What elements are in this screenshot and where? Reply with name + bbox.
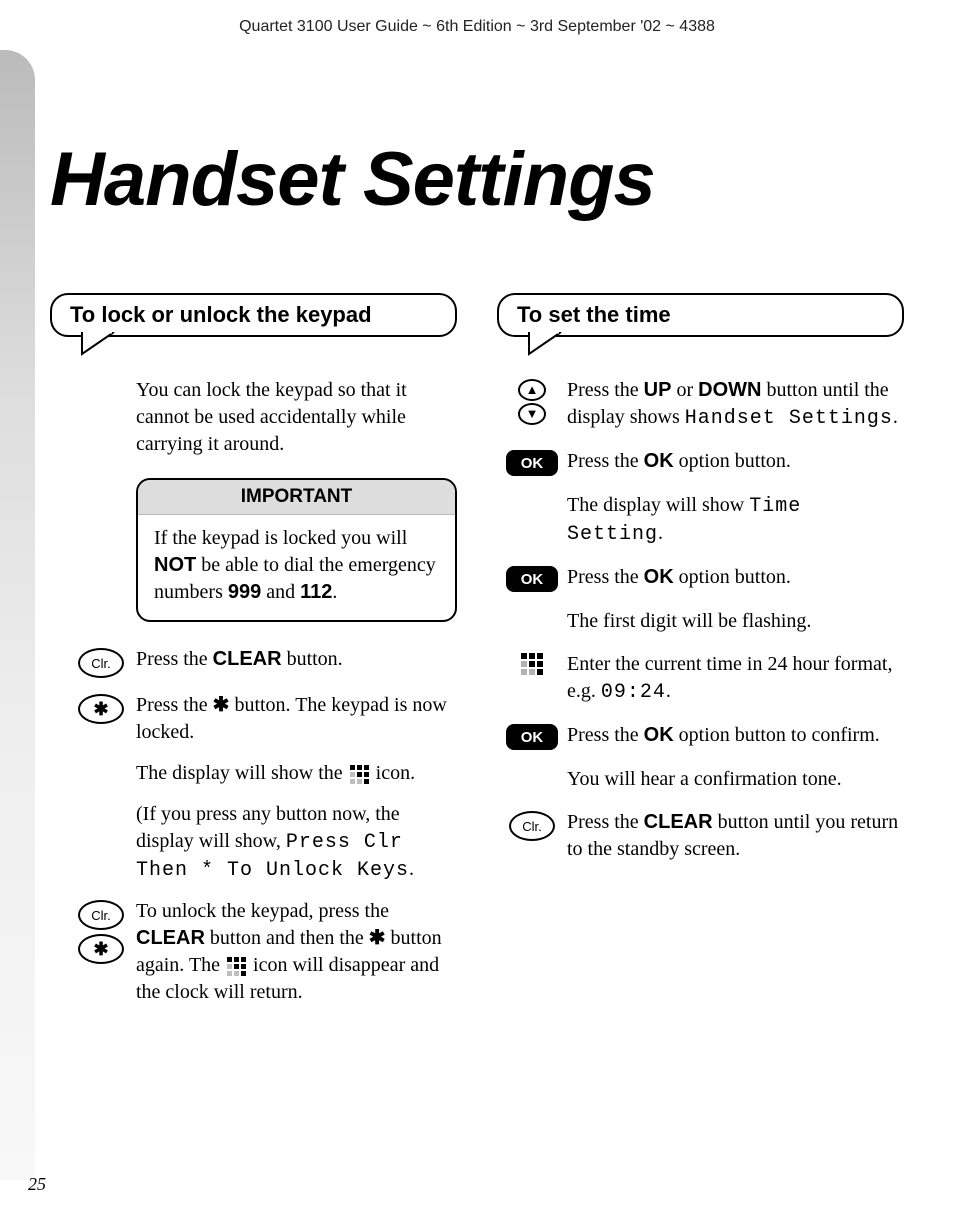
r1b: UP <box>644 379 672 401</box>
side-gradient <box>0 50 35 1180</box>
up-arrow-icon: ▲ <box>518 379 546 401</box>
r3a: The display will show <box>567 494 749 516</box>
clr-button-icon-3: Clr. <box>509 811 555 841</box>
section-header-lock-text: To lock or unlock the keypad <box>70 302 372 327</box>
imp-and: and <box>261 581 300 603</box>
ok-button-icon: OK <box>506 450 558 476</box>
r1g: . <box>893 406 898 428</box>
section-header-time-text: To set the time <box>517 302 671 327</box>
page-title: Handset Settings <box>50 136 954 223</box>
press-any-text: (If you press any button now, the displa… <box>136 801 457 884</box>
lock-icon-2 <box>227 957 246 976</box>
important-label: IMPORTANT <box>138 480 455 515</box>
step6-text: Enter the current time in 24 hour format… <box>567 651 904 706</box>
r4c: option button. <box>674 566 791 588</box>
ds-post: icon. <box>371 762 415 784</box>
star-button-icon: ✱ <box>78 694 124 724</box>
ss-star: ✱ <box>213 694 230 716</box>
sc-pre: Press the <box>136 648 213 670</box>
unlock-text: To unlock the keypad, press the CLEAR bu… <box>136 898 457 1006</box>
step-clear-text: Press the CLEAR button. <box>136 646 457 673</box>
clr-button-icon: Clr. <box>78 648 124 678</box>
intro-text: You can lock the keypad so that it canno… <box>136 377 457 458</box>
sc-post: button. <box>282 648 343 670</box>
r4a: Press the <box>567 566 644 588</box>
ds-pre: The display will show the <box>136 762 348 784</box>
r1a: Press the <box>567 379 644 401</box>
step-star-text: Press the ✱ button. The keypad is now lo… <box>136 692 457 746</box>
imp-not: NOT <box>154 554 196 576</box>
r3c: . <box>658 522 663 544</box>
important-box: IMPORTANT If the keypad is locked you wi… <box>136 478 457 622</box>
right-column: To set the time ▲ ▼ Press the UP or DOWN… <box>497 293 904 1020</box>
clr-button-icon-2: Clr. <box>78 900 124 930</box>
imp-period: . <box>332 581 337 603</box>
step4-text: Press the OK option button. <box>567 564 904 591</box>
step7-text: Press the OK option button to confirm. <box>567 722 904 749</box>
left-column: To lock or unlock the keypad You can loc… <box>50 293 457 1020</box>
down-arrow-icon: ▼ <box>518 403 546 425</box>
ul-mid: button and then the <box>205 927 369 949</box>
callout-tail-icon <box>80 332 128 362</box>
r7b: OK <box>644 724 674 746</box>
ok-button-icon-3: OK <box>506 724 558 750</box>
important-body: If the keypad is locked you will NOT be … <box>138 515 455 620</box>
r7a: Press the <box>567 724 644 746</box>
step8-text: You will hear a confirmation tone. <box>567 766 904 793</box>
step3-text: The display will show Time Setting. <box>567 492 904 548</box>
r1c: or <box>671 379 698 401</box>
ss-pre: Press the <box>136 694 213 716</box>
r1d: DOWN <box>698 379 761 401</box>
ul-star: ✱ <box>369 927 386 949</box>
ok-button-icon-2: OK <box>506 566 558 592</box>
imp-t1: If the keypad is locked you will <box>154 527 407 549</box>
r7c: option button to confirm. <box>674 724 880 746</box>
r9b: CLEAR <box>644 811 713 833</box>
page-number: 25 <box>28 1174 46 1195</box>
pa-post: . <box>409 858 414 880</box>
r9a: Press the <box>567 811 644 833</box>
star-button-icon-2: ✱ <box>78 934 124 964</box>
callout-tail-icon-2 <box>527 332 575 362</box>
lock-icon <box>350 765 369 784</box>
r2c: option button. <box>674 450 791 472</box>
step9-text: Press the CLEAR button until you return … <box>567 809 904 863</box>
r6b: 09:24 <box>601 681 666 704</box>
header-line: Quartet 3100 User Guide ~ 6th Edition ~ … <box>0 0 954 36</box>
r1f: Handset Settings <box>685 407 893 430</box>
imp-112: 112 <box>300 581 332 603</box>
imp-999: 999 <box>228 581 261 603</box>
step2-text: Press the OK option button. <box>567 448 904 475</box>
r6c: . <box>666 680 671 702</box>
section-header-lock: To lock or unlock the keypad <box>50 293 457 337</box>
ul-b1: CLEAR <box>136 927 205 949</box>
r2b: OK <box>644 450 674 472</box>
sc-bold: CLEAR <box>213 648 282 670</box>
keypad-icon <box>521 653 543 675</box>
step1-text: Press the UP or DOWN button until the di… <box>567 377 904 432</box>
ul-pre: To unlock the keypad, press the <box>136 900 389 922</box>
display-show-text: The display will show the icon. <box>136 760 457 787</box>
section-header-time: To set the time <box>497 293 904 337</box>
r2a: Press the <box>567 450 644 472</box>
step5-text: The first digit will be flashing. <box>567 608 904 635</box>
up-down-icon: ▲ ▼ <box>518 379 546 425</box>
r4b: OK <box>644 566 674 588</box>
